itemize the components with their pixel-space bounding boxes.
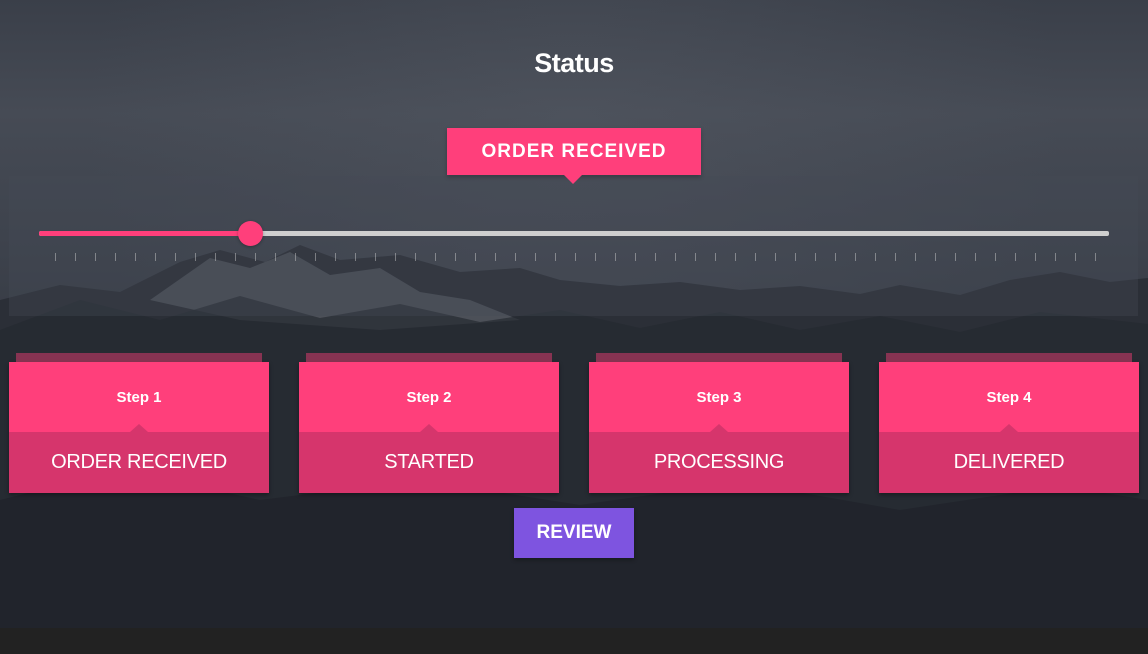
- slider-tick: [115, 253, 116, 261]
- slider-tick: [655, 253, 656, 261]
- slider-tick: [135, 253, 136, 261]
- step-notch: [420, 424, 438, 432]
- slider-tick: [595, 253, 596, 261]
- slider-tick: [95, 253, 96, 261]
- step-card-3[interactable]: Step 3 PROCESSING: [589, 353, 849, 493]
- slider-tick: [795, 253, 796, 261]
- slider-tick: [575, 253, 576, 261]
- step-card-2[interactable]: Step 2 STARTED: [299, 353, 559, 493]
- slider-tick: [195, 253, 196, 261]
- slider-tick: [1015, 253, 1016, 261]
- slider-tick: [735, 253, 736, 261]
- slider-tick: [855, 253, 856, 261]
- step-name: ORDER RECEIVED: [9, 432, 269, 493]
- slider-tick: [415, 253, 416, 261]
- slider-tick: [715, 253, 716, 261]
- slider-tick: [215, 253, 216, 261]
- step-card-tab: [16, 353, 262, 362]
- slider-tick: [975, 253, 976, 261]
- step-card-tab: [306, 353, 552, 362]
- step-notch: [710, 424, 728, 432]
- progress-slider-track[interactable]: [39, 231, 1109, 236]
- step-card-tab: [886, 353, 1132, 362]
- slider-tick: [235, 253, 236, 261]
- slider-tick: [1095, 253, 1096, 261]
- step-name: STARTED: [299, 432, 559, 493]
- slider-tick: [315, 253, 316, 261]
- slider-tick: [255, 253, 256, 261]
- review-button[interactable]: REVIEW: [514, 508, 634, 558]
- slider-tick: [495, 253, 496, 261]
- step-notch: [1000, 424, 1018, 432]
- slider-tick: [1055, 253, 1056, 261]
- slider-tick: [615, 253, 616, 261]
- slider-ticks: [55, 253, 1096, 261]
- slider-tick: [335, 253, 336, 261]
- step-card-tab: [596, 353, 842, 362]
- step-notch: [130, 424, 148, 432]
- slider-tick: [915, 253, 916, 261]
- slider-tick: [1035, 253, 1036, 261]
- slider-tick: [375, 253, 376, 261]
- step-number: Step 2: [299, 362, 559, 432]
- step-name: DELIVERED: [879, 432, 1139, 493]
- slider-tick: [1075, 253, 1076, 261]
- step-number: Step 3: [589, 362, 849, 432]
- slider-tick: [835, 253, 836, 261]
- slider-tick: [55, 253, 56, 261]
- slider-tick: [815, 253, 816, 261]
- slider-tick: [75, 253, 76, 261]
- progress-slider-fill: [39, 231, 251, 236]
- slider-tick: [675, 253, 676, 261]
- status-tooltip-label: ORDER RECEIVED: [481, 140, 667, 162]
- footer-bar: [0, 628, 1148, 654]
- slider-tick: [295, 253, 296, 261]
- slider-tick: [755, 253, 756, 261]
- step-card-4[interactable]: Step 4 DELIVERED: [879, 353, 1139, 493]
- slider-tick: [535, 253, 536, 261]
- page-title: Status: [534, 48, 614, 78]
- step-card-1[interactable]: Step 1 ORDER RECEIVED: [9, 353, 269, 493]
- slider-tick: [155, 253, 156, 261]
- slider-tick: [455, 253, 456, 261]
- slider-tick: [275, 253, 276, 261]
- step-name: PROCESSING: [589, 432, 849, 493]
- slider-tick: [555, 253, 556, 261]
- slider-tick: [635, 253, 636, 261]
- slider-panel: [9, 176, 1138, 316]
- slider-tick: [475, 253, 476, 261]
- slider-tick: [175, 253, 176, 261]
- slider-tick: [515, 253, 516, 261]
- slider-tick: [775, 253, 776, 261]
- slider-tick: [355, 253, 356, 261]
- slider-tick: [875, 253, 876, 261]
- slider-tick: [995, 253, 996, 261]
- slider-tick: [955, 253, 956, 261]
- step-number: Step 4: [879, 362, 1139, 432]
- slider-tick: [935, 253, 936, 261]
- slider-tick: [695, 253, 696, 261]
- status-tooltip: ORDER RECEIVED: [447, 128, 701, 184]
- slider-tick: [435, 253, 436, 261]
- slider-tick: [895, 253, 896, 261]
- slider-tick: [395, 253, 396, 261]
- step-number: Step 1: [9, 362, 269, 432]
